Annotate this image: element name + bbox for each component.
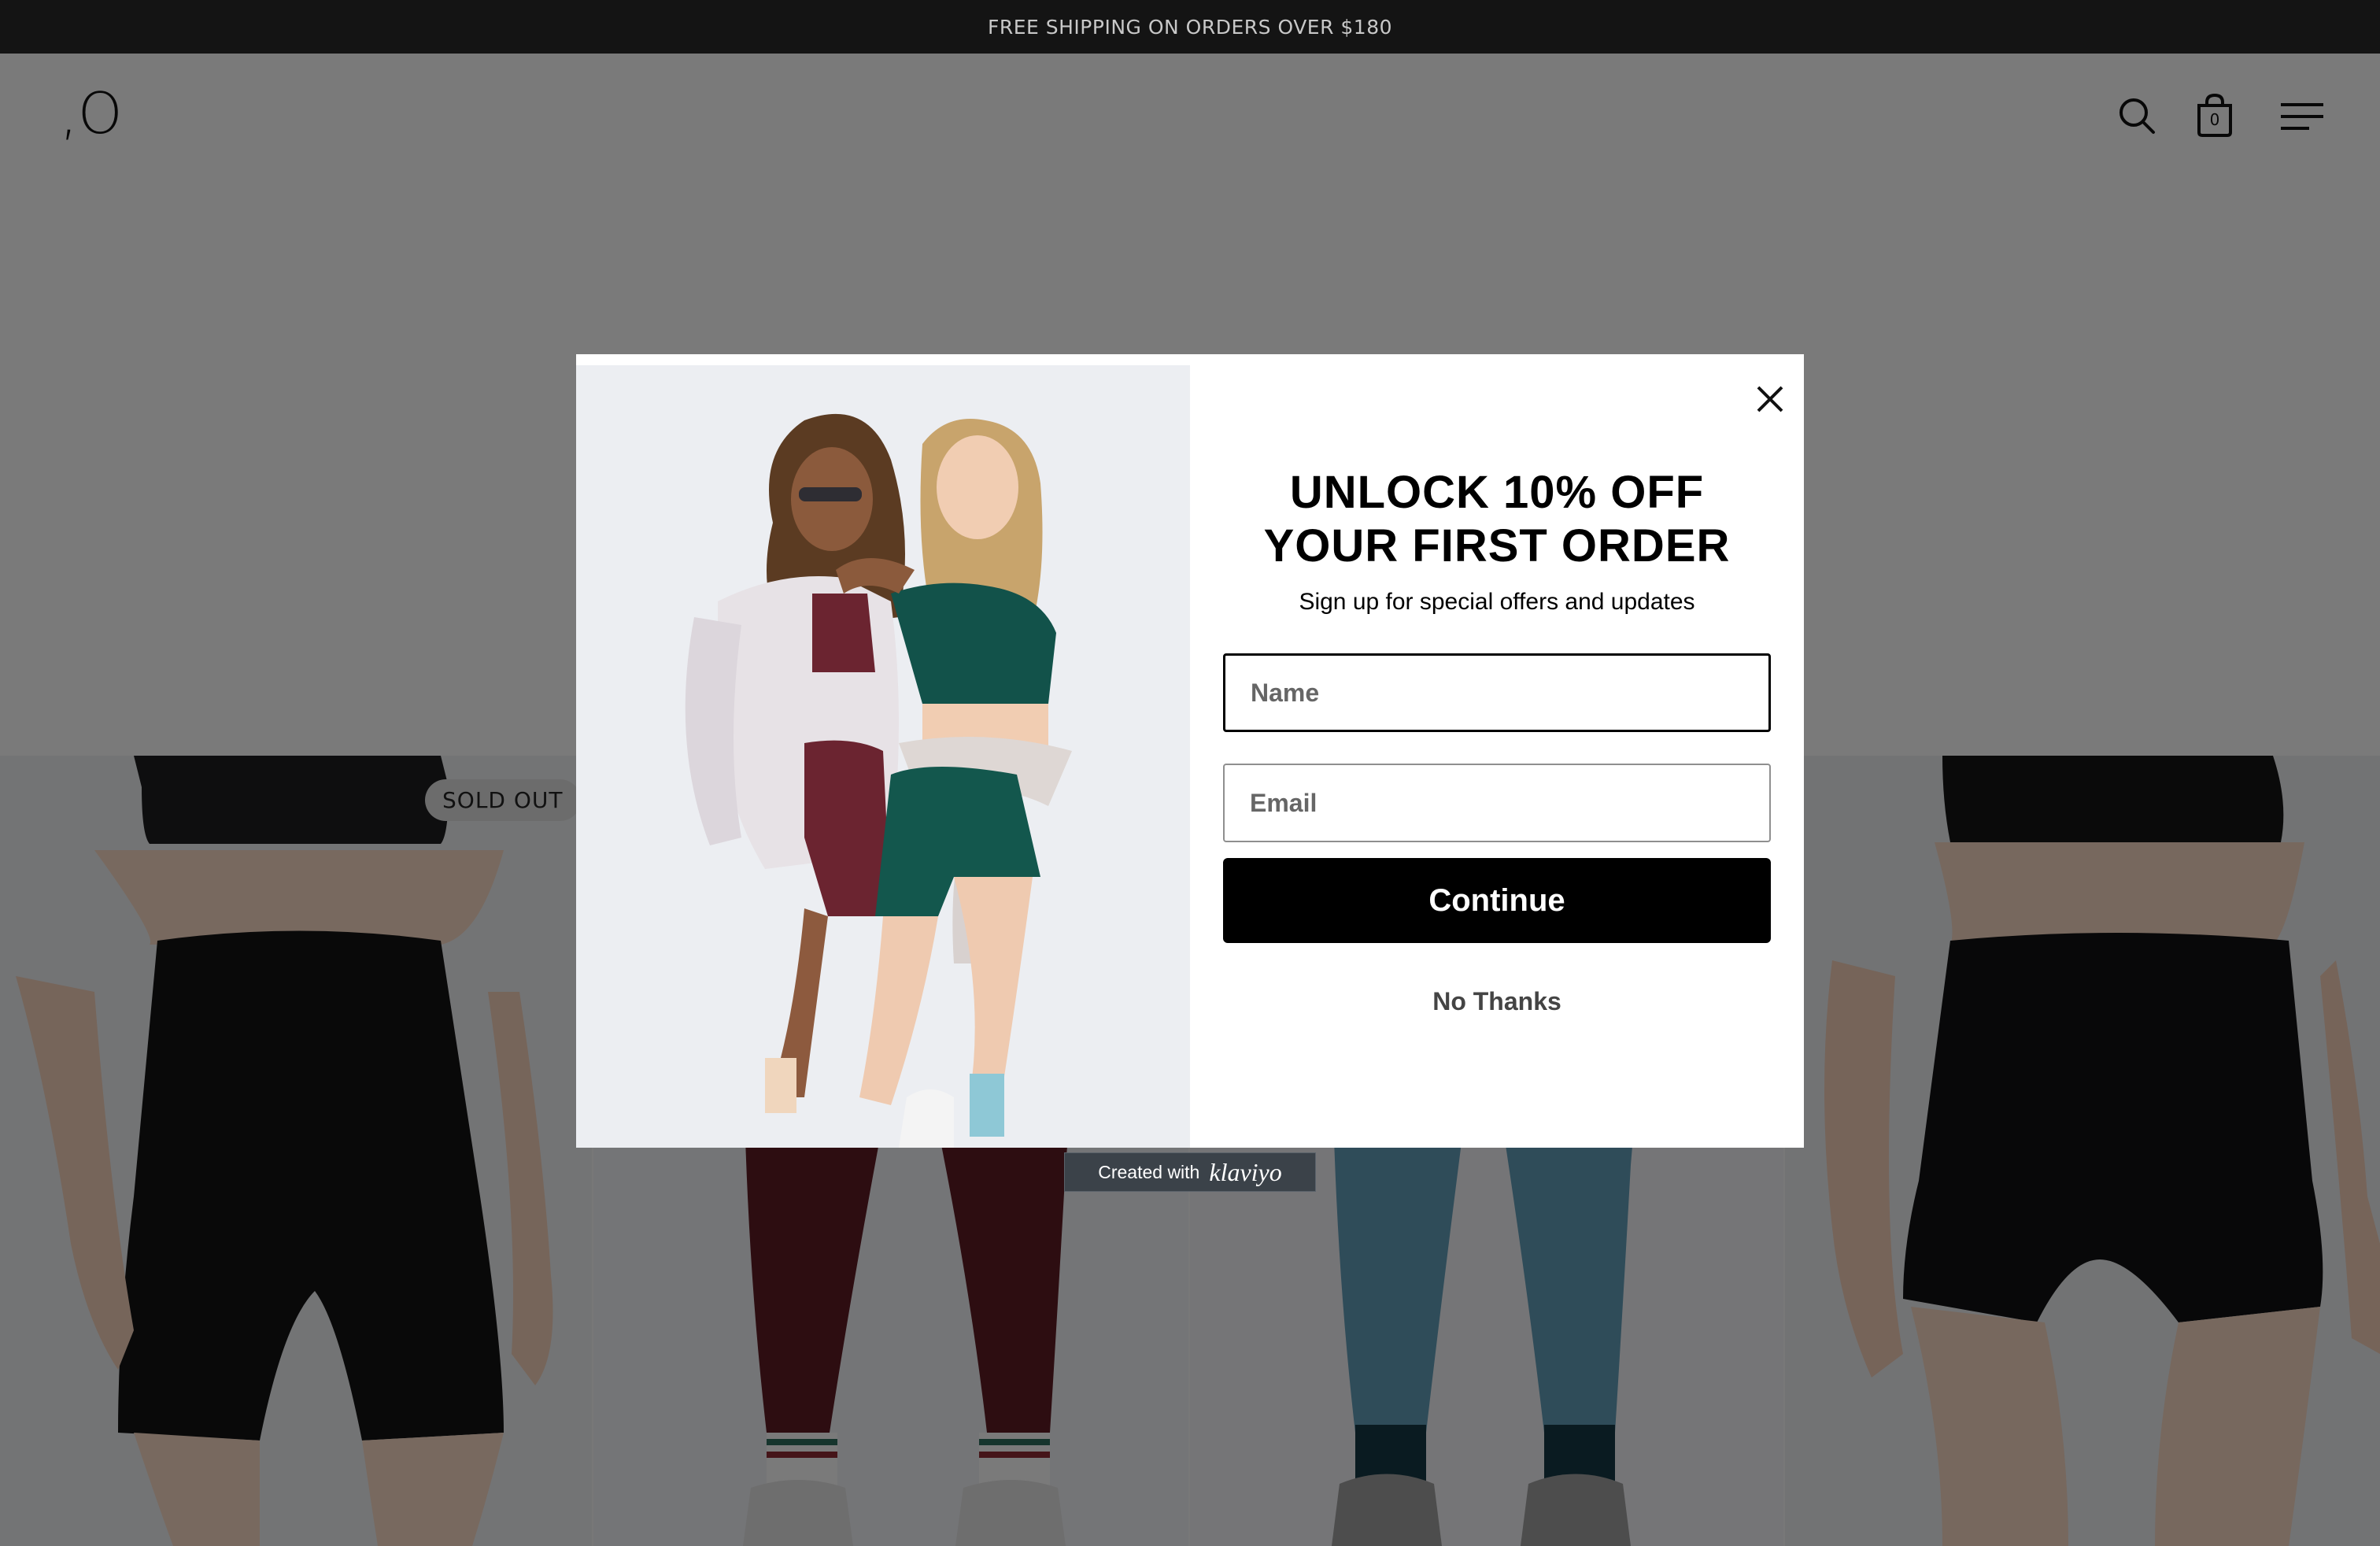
klaviyo-badge[interactable]: Created with klaviyo [1064, 1152, 1316, 1192]
name-input[interactable] [1223, 653, 1771, 732]
continue-button[interactable]: Continue [1223, 858, 1771, 943]
email-input[interactable] [1223, 764, 1771, 842]
announcement-bar: FREE SHIPPING ON ORDERS OVER $180 [0, 0, 2380, 54]
announcement-text: FREE SHIPPING ON ORDERS OVER $180 [987, 15, 1393, 39]
no-thanks-link[interactable]: No Thanks [1190, 987, 1804, 1016]
signup-popup: UNLOCK 10% OFF YOUR FIRST ORDER Sign up … [576, 354, 1804, 1148]
popup-image [576, 365, 1190, 1148]
popup-headline: UNLOCK 10% OFF YOUR FIRST ORDER [1190, 466, 1804, 573]
headline-line-1: UNLOCK 10% OFF [1289, 467, 1705, 518]
popup-form-panel: UNLOCK 10% OFF YOUR FIRST ORDER Sign up … [1190, 354, 1804, 1148]
headline-line-2: YOUR FIRST ORDER [1263, 520, 1731, 571]
created-with-text: Created with [1098, 1161, 1200, 1182]
popup-subtitle: Sign up for special offers and updates [1299, 589, 1695, 615]
klaviyo-logo: klaviyo [1209, 1157, 1282, 1186]
